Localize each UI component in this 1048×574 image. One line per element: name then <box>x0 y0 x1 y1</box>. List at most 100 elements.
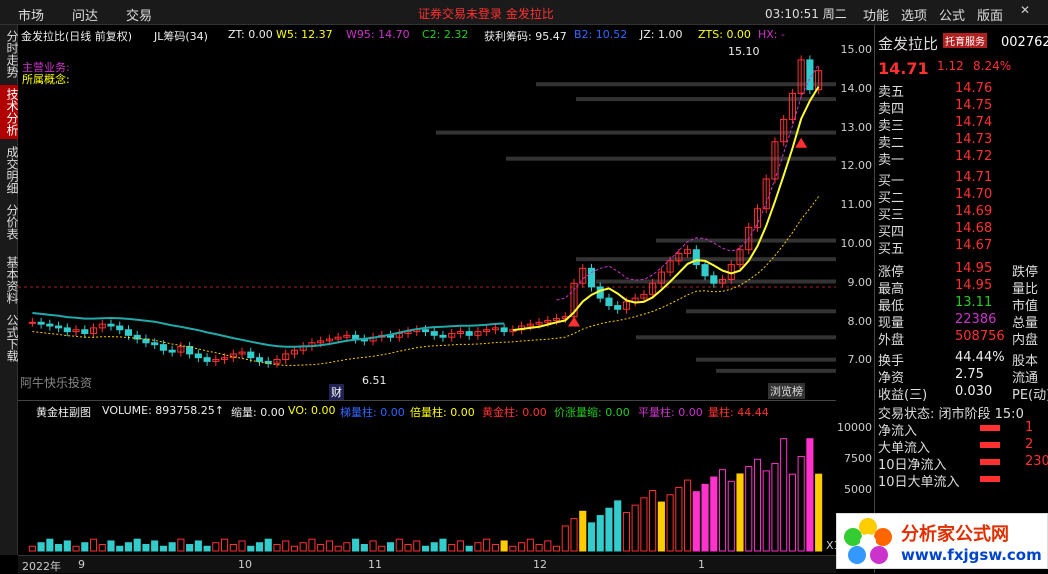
volume-bar <box>116 545 124 552</box>
flow-row-label: 10日大单流入 <box>878 475 960 490</box>
volume-bar <box>701 483 709 552</box>
date-axis: 2022年 9 10 11 12 1 <box>18 555 836 573</box>
close-icon[interactable]: ✕ <box>1015 3 1035 21</box>
ask-row: 卖二 14.73 <box>875 132 1048 151</box>
volume-bar <box>255 542 264 552</box>
volume-bar <box>614 500 622 552</box>
menu-wenda[interactable]: 问达 <box>72 5 98 24</box>
bid-row: 买一 14.71 <box>875 170 1048 189</box>
volume-bar <box>509 545 517 552</box>
ask-price: 14.72 <box>955 149 993 164</box>
volume-bar <box>63 540 71 552</box>
tab-formula-download[interactable]: 公式下载 <box>0 311 19 365</box>
date-label: 12 <box>533 558 547 571</box>
candle-body <box>430 331 438 336</box>
volume-bar <box>727 480 735 552</box>
volume-subchart[interactable]: 黄金柱副图 VOLUME: 893758.25↑ 缩量: 0.00 VO: 0.… <box>18 400 841 556</box>
stat2-row-label2: PE(动) <box>1012 388 1048 403</box>
bid-row: 买四 14.68 <box>875 221 1048 240</box>
bid-price: 14.69 <box>955 204 993 219</box>
volume-bar <box>238 540 246 552</box>
clock: 03:10:51 周二 <box>765 7 847 21</box>
tab-basic-info[interactable]: 基本资料 <box>0 253 19 307</box>
volume-bar <box>622 511 630 552</box>
candle-body <box>116 325 124 331</box>
tab-technical[interactable]: 技术分析 <box>0 85 19 139</box>
volume-bar <box>89 538 98 552</box>
volume-bar <box>395 538 403 552</box>
ytick: 15.00 <box>840 43 873 56</box>
candle-body <box>605 297 613 307</box>
ask-row: 卖四 14.75 <box>875 98 1048 117</box>
bid-price: 14.68 <box>955 221 993 236</box>
volume-bar <box>151 540 159 552</box>
stock-code: 002762 <box>1001 35 1048 50</box>
volume-bars-chart[interactable] <box>18 401 836 556</box>
tab-price-table[interactable]: 分价表 <box>0 201 19 243</box>
menu-layout[interactable]: 版面 <box>977 5 1003 24</box>
ytick: 13.00 <box>840 121 873 134</box>
volume-bar <box>55 544 63 552</box>
chip-bar <box>696 357 836 362</box>
volume-bar <box>579 510 587 552</box>
volume-bar <box>692 491 700 552</box>
current-price: 14.71 <box>878 59 929 78</box>
ytick: 9.00 <box>847 276 873 289</box>
stat-row: 涨停 14.95 跌停 <box>875 261 1048 280</box>
volume-bar <box>780 438 788 552</box>
volume-bar <box>247 545 255 552</box>
volume-bar <box>771 463 779 552</box>
menu-trade[interactable]: 交易 <box>126 5 152 24</box>
candle-body <box>203 357 211 362</box>
candlestick-chart[interactable] <box>18 25 836 400</box>
volume-bar <box>404 544 412 552</box>
volume-bar <box>421 545 430 552</box>
chip-bar <box>716 368 836 373</box>
menu-formula[interactable]: 公式 <box>939 5 965 24</box>
tab-intraday[interactable]: 分时走势 <box>0 27 19 81</box>
candle-body <box>421 329 430 333</box>
volume-bar <box>806 438 814 552</box>
menu-options[interactable]: 选项 <box>901 5 927 24</box>
date-label: 10 <box>238 558 252 571</box>
flow-row: 净流入 1 <box>875 420 1048 439</box>
stat-row-label2: 内盘 <box>1012 333 1039 348</box>
volume-bar <box>500 540 508 552</box>
candle-body <box>465 331 473 336</box>
volume-bar <box>186 544 194 552</box>
candle-body <box>692 249 700 266</box>
ask-row: 卖五 14.76 <box>875 81 1048 100</box>
volume-bar <box>535 544 543 552</box>
volume-bar <box>430 542 438 552</box>
flow-value: 2 <box>1025 437 1034 452</box>
bid-row: 买五 14.67 <box>875 238 1048 257</box>
trade-state: 交易状态: 闭市阶段 15:0 <box>875 403 1048 422</box>
volume-bar <box>273 544 281 552</box>
ask-price: 14.75 <box>955 98 993 113</box>
stat2-row-label: 收益(三) <box>878 388 928 403</box>
ask-row: 卖一 14.72 <box>875 149 1048 168</box>
candle-body <box>439 334 447 338</box>
menu-function[interactable]: 功能 <box>863 5 889 24</box>
date-label: 11 <box>368 558 382 571</box>
volume-bar <box>299 542 307 552</box>
volume-bar <box>710 476 718 552</box>
sector-tag[interactable]: 托育服务 <box>943 33 987 48</box>
stat2-value: 44.44% <box>955 350 1005 365</box>
tab-trade-detail[interactable]: 成交明细 <box>0 143 19 197</box>
volume-axis: 10000 7500 5000 <box>836 400 874 513</box>
signal-triangle <box>795 137 808 148</box>
volume-bar <box>518 542 526 552</box>
price-change-pct: 8.24% <box>973 59 1012 73</box>
site-logo: 分析家公式网 www.fxjgsw.com <box>836 513 1048 569</box>
stat-value: 22386 <box>955 312 997 327</box>
chip-bar <box>536 82 836 87</box>
menu-market[interactable]: 市场 <box>18 5 44 24</box>
main-chart-panel[interactable]: 金发拉比(日线 前复权) JL筹码(34) ZT: 0.00 W5: 12.37… <box>18 25 836 400</box>
date-label: 9 <box>78 558 85 571</box>
candle-body <box>194 353 202 359</box>
volume-bar <box>72 545 80 552</box>
stat2-row: 收益(三) 0.030 PE(动) <box>875 384 1048 403</box>
volume-bar <box>352 538 360 552</box>
volume-bar <box>649 489 657 552</box>
